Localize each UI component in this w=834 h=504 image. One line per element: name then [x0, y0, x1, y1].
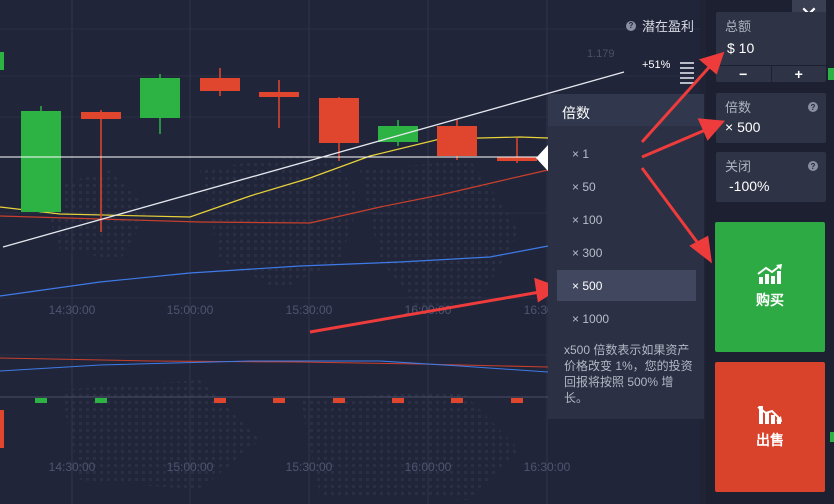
volume-bar — [95, 398, 107, 403]
volume-bar — [392, 398, 404, 403]
edge-marker — [830, 432, 834, 442]
candle-body — [259, 92, 299, 97]
potential-profit-label: ? 潜在盈利 — [626, 16, 694, 35]
help-icon[interactable]: ? — [808, 161, 818, 171]
volume-bar — [273, 398, 285, 403]
time-label: 15:00:00 — [167, 460, 214, 474]
help-icon[interactable]: ? — [808, 102, 818, 112]
time-label: 15:30:00 — [286, 460, 333, 474]
candle-body — [21, 111, 61, 212]
annotation-arrows-panel — [640, 51, 726, 264]
price-level-label: 1.179 — [587, 48, 615, 60]
candle-body — [140, 78, 180, 118]
time-label: 16:30:00 — [524, 460, 571, 474]
sell-button[interactable]: 出售 — [715, 362, 825, 492]
candle-body — [437, 126, 477, 156]
buy-label: 购买 — [756, 292, 784, 308]
multiplier-description: x500 倍数表示如果资产价格改变 1%，您的投资回报将按照 500% 增长。 — [564, 343, 693, 405]
time-label: 14:30:00 — [49, 303, 96, 317]
edge-marker — [0, 410, 4, 448]
candle-body — [497, 157, 537, 161]
volume-bar — [451, 398, 463, 403]
multiplier-option[interactable]: × 1000 — [557, 303, 696, 334]
amount-label: 总额 — [725, 19, 752, 34]
edge-marker — [0, 52, 4, 70]
volume-bar — [511, 398, 523, 403]
candle-body — [319, 98, 359, 143]
sell-label: 出售 — [756, 432, 784, 448]
time-label: 15:30:00 — [286, 303, 333, 317]
trend-up-icon — [757, 264, 782, 284]
increase-amount-button[interactable]: + — [772, 66, 827, 82]
trend-down-icon — [757, 406, 782, 424]
volume-bar — [333, 398, 345, 403]
candle-body — [200, 78, 240, 91]
multiplier-option-selected[interactable]: × 500 — [557, 270, 696, 301]
volume-bar — [35, 398, 47, 403]
time-label: 16:00:00 — [405, 460, 452, 474]
candle-body — [81, 112, 121, 119]
help-icon: ? — [626, 20, 636, 31]
time-label: 15:00:00 — [167, 303, 214, 317]
time-label: 14:30:00 — [49, 460, 96, 474]
edge-marker — [828, 68, 834, 80]
volume-bar — [214, 398, 226, 403]
dropdown-pointer — [536, 145, 548, 171]
